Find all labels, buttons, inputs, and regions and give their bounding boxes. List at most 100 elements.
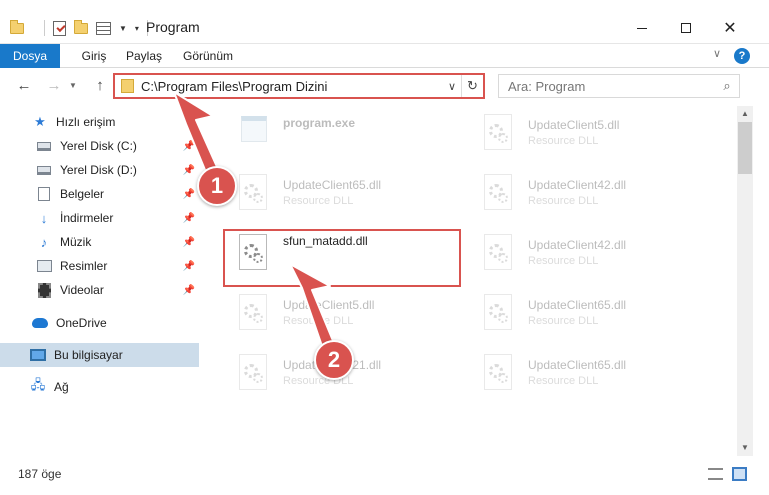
file-item[interactable]: UpdateClient65.dll Resource DLL <box>456 346 686 402</box>
scroll-down-icon[interactable]: ▼ <box>737 440 753 456</box>
pin-icon[interactable]: 📌 <box>183 237 195 248</box>
sidebar-item-label: Müzik <box>60 235 92 249</box>
new-folder-icon[interactable] <box>74 19 88 34</box>
refresh-icon[interactable]: ↻ <box>461 75 483 97</box>
file-name: UpdateClient42.dll <box>528 178 627 192</box>
file-item[interactable]: UpdateClient42.dll Resource DLL <box>456 166 686 222</box>
sidebar-item-quick-access[interactable]: ★ Hızlı erişim <box>0 110 199 134</box>
sidebar-item-label: Yerel Disk (C:) <box>60 139 137 153</box>
file-description: Resource DLL <box>528 375 599 387</box>
pin-icon[interactable]: 📌 <box>183 213 195 224</box>
pin-icon[interactable]: 📌 <box>183 261 195 272</box>
search-icon[interactable]: ⌕ <box>715 78 739 94</box>
file-name: UpdateClient42.dll <box>528 238 627 252</box>
navigation-bar: ← → ▼ ↑ C:\Program Files\Program Dizini … <box>0 70 769 104</box>
file-description: Resource DLL <box>528 135 599 147</box>
maximize-icon <box>681 23 691 33</box>
expand-ribbon-icon[interactable]: ∨ <box>713 47 721 60</box>
address-bar[interactable]: C:\Program Files\Program Dizini ∨ ↻ <box>113 73 485 99</box>
dll-file-icon <box>480 172 518 216</box>
videos-icon <box>36 282 52 298</box>
dll-file-icon <box>480 352 518 396</box>
maximize-button[interactable] <box>672 14 700 42</box>
file-highlight-box <box>223 229 461 287</box>
close-button[interactable]: ✕ <box>716 14 744 42</box>
title-bar: ▼ ▾ Program ✕ <box>0 0 769 44</box>
sidebar-item-music[interactable]: ♪ Müzik 📌 <box>0 230 199 254</box>
drive-icon <box>36 162 52 178</box>
address-path[interactable]: C:\Program Files\Program Dizini <box>141 79 443 94</box>
scroll-thumb[interactable] <box>738 122 752 174</box>
sidebar-item-label: Yerel Disk (D:) <box>60 163 137 177</box>
details-view-icon[interactable] <box>708 468 723 480</box>
file-item[interactable]: UpdateClient5.dll Resource DLL <box>456 106 686 162</box>
navigation-pane: ★ Hızlı erişim Yerel Disk (C:) 📌 Yerel D… <box>0 106 200 456</box>
sidebar-item-this-pc[interactable]: Bu bilgisayar <box>0 343 199 367</box>
pin-icon[interactable]: 📌 <box>183 165 195 176</box>
sidebar-item-local-disk-c[interactable]: Yerel Disk (C:) 📌 <box>0 134 199 158</box>
tab-file[interactable]: Dosya <box>0 44 60 68</box>
file-item[interactable]: UpdateClient5.dll Resource DLL <box>211 286 441 342</box>
sidebar-item-onedrive[interactable]: OneDrive <box>0 311 199 335</box>
window-title: Program <box>146 19 200 35</box>
help-button[interactable]: ? <box>734 48 750 64</box>
tab-home[interactable]: Giriş <box>74 44 114 68</box>
file-item[interactable]: UpdateClient65.dll Resource DLL <box>211 166 441 222</box>
pictures-icon <box>36 258 52 274</box>
up-arrow-icon[interactable]: ↑ <box>90 76 110 96</box>
sidebar-item-label: Ağ <box>54 380 69 394</box>
sidebar-item-videos[interactable]: Videolar 📌 <box>0 278 199 302</box>
search-input[interactable]: Ara: Program ⌕ <box>498 74 740 98</box>
folder-icon <box>121 79 134 93</box>
folder-icon <box>10 18 24 38</box>
sidebar-item-pictures[interactable]: Resimler 📌 <box>0 254 199 278</box>
sidebar-item-downloads[interactable]: ↓ İndirmeler 📌 <box>0 206 199 230</box>
forward-arrow-icon[interactable]: → <box>44 76 64 96</box>
sidebar-item-label: Bu bilgisayar <box>54 348 123 362</box>
quick-access-toolbar: ▼ ▾ <box>44 18 148 38</box>
dll-file-icon <box>235 172 273 216</box>
file-item[interactable]: UpdateClient42.dll Resource DLL <box>456 226 686 282</box>
chevron-down-icon[interactable]: ∨ <box>443 80 461 93</box>
file-name: UpdateClient65.dll <box>528 358 627 372</box>
search-placeholder[interactable]: Ara: Program <box>508 79 715 94</box>
tab-view[interactable]: Görünüm <box>178 44 238 68</box>
file-item[interactable]: program.exe <box>211 106 441 162</box>
pin-icon[interactable]: 📌 <box>183 285 195 296</box>
pin-icon[interactable]: 📌 <box>183 141 195 152</box>
recent-locations-icon[interactable]: ▼ <box>68 76 78 96</box>
music-icon: ♪ <box>40 234 48 250</box>
item-count: 187 öge <box>18 467 62 481</box>
dll-file-icon <box>480 232 518 276</box>
sidebar-item-label: Videolar <box>60 283 104 297</box>
sidebar-item-documents[interactable]: Belgeler 📌 <box>0 182 199 206</box>
scroll-up-icon[interactable]: ▲ <box>737 106 753 122</box>
file-description: Resource DLL <box>283 195 354 207</box>
divider <box>44 20 45 36</box>
step-badge-1: 1 <box>197 166 237 206</box>
download-icon: ↓ <box>40 210 48 226</box>
minimize-button[interactable] <box>628 14 656 42</box>
sidebar-item-local-disk-d[interactable]: Yerel Disk (D:) 📌 <box>0 158 199 182</box>
network-icon: 🖧 <box>30 377 46 392</box>
sidebar-item-label: Resimler <box>60 259 108 273</box>
step-badge-2: 2 <box>314 340 354 380</box>
sidebar-item-network[interactable]: 🖧 Ağ <box>0 375 199 399</box>
chevron-down-icon[interactable]: ▼ <box>119 24 127 33</box>
properties-check-icon[interactable] <box>53 20 66 36</box>
vertical-scrollbar[interactable]: ▲ ▼ <box>737 106 753 456</box>
tab-share[interactable]: Paylaş <box>124 44 164 68</box>
list-properties-icon[interactable] <box>96 21 111 35</box>
ribbon-tabs: Dosya Giriş Paylaş Görünüm <box>0 44 769 68</box>
sidebar-item-label: OneDrive <box>56 316 107 330</box>
large-icons-view-icon[interactable] <box>732 467 747 481</box>
documents-icon <box>36 186 52 202</box>
file-name: UpdateClient5.dll <box>528 118 620 132</box>
back-arrow-icon[interactable]: ← <box>14 76 34 96</box>
customize-toolbar-icon[interactable]: ▾ <box>135 24 139 33</box>
pin-icon[interactable]: 📌 <box>183 189 195 200</box>
dll-file-icon <box>480 112 518 156</box>
file-description: Resource DLL <box>528 315 599 327</box>
file-item[interactable]: UpdateClient65.dll Resource DLL <box>456 286 686 342</box>
sidebar-item-label: Hızlı erişim <box>56 115 116 129</box>
